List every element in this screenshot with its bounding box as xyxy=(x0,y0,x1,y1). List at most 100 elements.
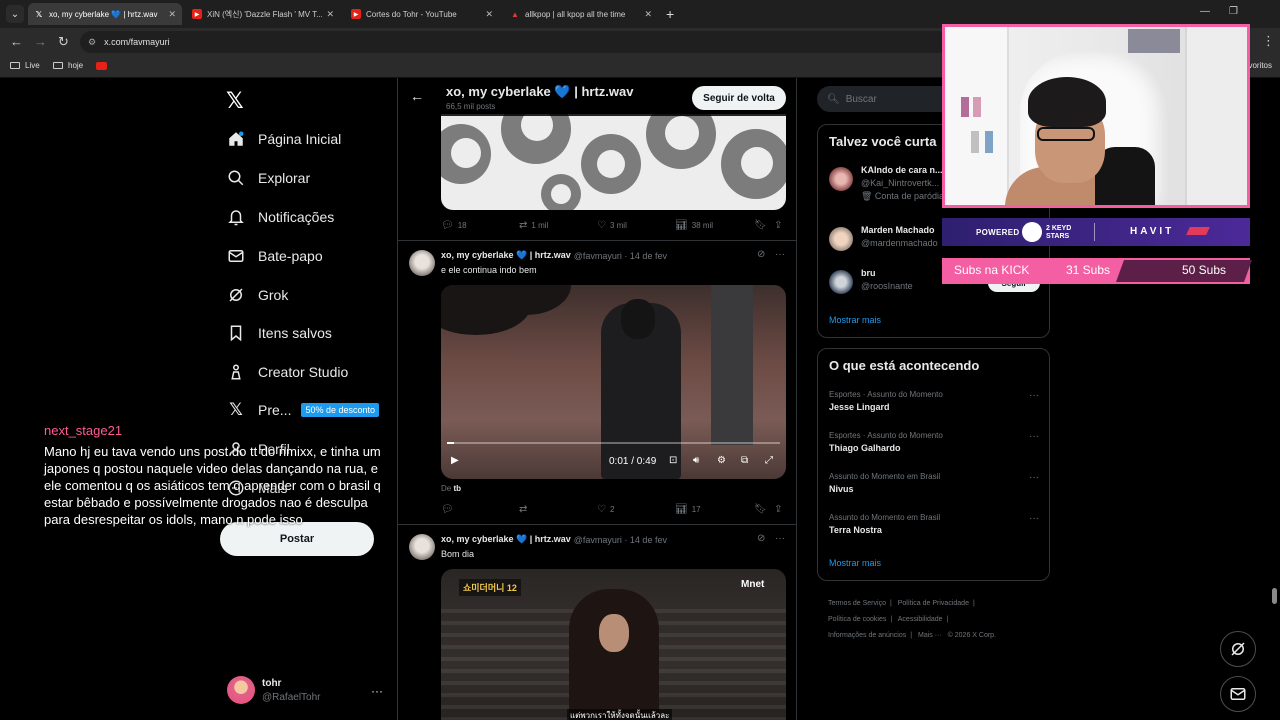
show-logo: 쇼미더머니 12 xyxy=(459,579,521,596)
follow-back-button[interactable]: Seguir de volta xyxy=(692,86,786,110)
like-button[interactable]: ♡ 3 mil xyxy=(597,220,627,231)
all-bookmarks-label[interactable]: voritos xyxy=(1248,61,1272,70)
tab-search-button[interactable]: ⌄ xyxy=(6,5,24,23)
video-source-user[interactable]: tb xyxy=(453,484,461,493)
trend-item[interactable]: Esportes · Assunto do Momento Jesse Ling… xyxy=(829,390,1039,412)
grok-float-button[interactable] xyxy=(1220,631,1256,667)
views-icon: 📊︎ xyxy=(675,220,688,231)
close-icon[interactable]: ✕ xyxy=(485,9,493,20)
views-button[interactable]: 📊︎ 38 mil xyxy=(675,220,713,231)
more-options-icon[interactable]: ··· xyxy=(1029,390,1039,401)
tab-youtube-cortes[interactable]: ▶ Cortes do Tohr - YouTube ✕ xyxy=(345,3,499,25)
views-button[interactable]: 📊︎ 17 xyxy=(675,504,701,515)
reply-button[interactable]: 💬︎ xyxy=(441,504,458,515)
page-scrollbar[interactable] xyxy=(1272,588,1277,604)
suggested-user[interactable]: bru @roosInante xyxy=(829,268,913,294)
suggested-user[interactable]: Marden Machado @mardenmachado xyxy=(829,225,938,251)
more-options-icon[interactable]: ··· xyxy=(775,533,785,544)
footer-link[interactable]: Política de Privacidade xyxy=(898,600,969,607)
nav-item-grok[interactable]: Grok xyxy=(226,283,288,307)
bookmark-live[interactable]: Live xyxy=(10,61,40,70)
new-tab-button[interactable]: + xyxy=(666,6,674,22)
video-progress-bar[interactable] xyxy=(447,442,780,444)
avatar[interactable] xyxy=(409,250,435,276)
repost-button[interactable]: ⇄ xyxy=(519,504,531,515)
trend-item[interactable]: Assunto do Momento em Brasil Nivus ··· xyxy=(829,472,1039,494)
tab-youtube-xin[interactable]: ▶ XiN (엑신) 'Dazzle Flash ' MV T... ✕ xyxy=(186,3,340,25)
like-button[interactable]: ♡ 2 xyxy=(597,504,614,515)
play-icon[interactable]: ▶ xyxy=(451,455,459,466)
youtube-icon: ▶ xyxy=(192,9,202,19)
footer-link[interactable]: Informações de anúncios xyxy=(828,632,906,639)
footer-link[interactable]: Política de cookies xyxy=(828,616,886,623)
account-name: tohr xyxy=(262,677,282,689)
suggested-user[interactable]: KAIndo de cara n... @Kai_Nintrovertk... … xyxy=(829,165,944,202)
youtube-bookmark-icon[interactable] xyxy=(96,62,107,70)
chat-username: next_stage21 xyxy=(44,423,123,438)
messages-float-button[interactable] xyxy=(1220,676,1256,712)
repost-button[interactable]: ⇄ 1 mil xyxy=(519,220,548,231)
footer-link[interactable]: Termos de Serviço xyxy=(828,600,886,607)
close-icon[interactable]: ✕ xyxy=(168,9,176,20)
more-options-icon[interactable]: ··· xyxy=(1029,472,1039,483)
settings-icon[interactable]: ⚙ xyxy=(717,455,726,466)
more-options-icon[interactable]: ··· xyxy=(1029,431,1039,442)
nav-item-home[interactable]: Página Inicial xyxy=(226,127,341,151)
footer-link[interactable]: Mais ··· xyxy=(918,632,942,639)
show-more-link[interactable]: Mostrar mais xyxy=(829,315,881,325)
share-button[interactable]: ⇪ xyxy=(774,220,786,231)
volume-icon[interactable]: 🔊︎ xyxy=(693,455,699,466)
post-author[interactable]: xo, my cyberlake 💙 | hrtz.wav xyxy=(441,534,571,545)
trend-item[interactable]: Esportes · Assunto do Momento Thiago Gal… xyxy=(829,431,1039,453)
account-switcher[interactable]: tohr @RafaelTohr xyxy=(227,676,321,704)
site-info-icon[interactable]: ⚙ xyxy=(88,37,96,48)
pip-icon[interactable]: ⧉ xyxy=(741,455,748,466)
share-button[interactable]: ⇪ xyxy=(774,504,786,515)
bookmark-button[interactable]: 🔖︎ xyxy=(754,504,771,515)
nav-item-premium[interactable]: 𝕏 Pre... 50% de desconto xyxy=(226,398,380,422)
nav-item-explore[interactable]: Explorar xyxy=(226,166,310,190)
nav-item-bookmarks[interactable]: Itens salvos xyxy=(226,321,332,345)
back-arrow-icon[interactable]: ← xyxy=(410,88,424,104)
reload-icon[interactable]: ↻ xyxy=(58,34,69,50)
allkpop-icon: ▲ xyxy=(511,9,519,19)
x-icon: 𝕏 xyxy=(35,9,43,19)
grok-icon xyxy=(1231,642,1245,656)
more-options-icon[interactable]: ··· xyxy=(371,684,383,698)
nav-item-notifications[interactable]: Notificações xyxy=(226,205,334,229)
captions-icon[interactable]: ⊡ xyxy=(669,455,677,466)
nav-item-chat[interactable]: Bate-papo xyxy=(226,244,323,268)
more-options-icon[interactable]: ··· xyxy=(1029,513,1039,524)
grok-icon[interactable]: ⊘ xyxy=(757,249,765,260)
tab-x-profile[interactable]: 𝕏 xo, my cyberlake 💙 | hrtz.wav ✕ xyxy=(28,3,182,25)
post-handle[interactable]: @favmayuri · 14 de fev xyxy=(574,535,667,545)
url-input[interactable]: ⚙ x.com/favmayuri xyxy=(80,31,950,53)
avatar[interactable] xyxy=(409,534,435,560)
minimize-icon[interactable]: — xyxy=(1200,6,1210,17)
footer-link[interactable]: Acessibilidade xyxy=(898,616,943,623)
post-image[interactable] xyxy=(441,114,786,210)
trend-item[interactable]: Assunto do Momento em Brasil Terra Nostr… xyxy=(829,513,1039,535)
close-icon[interactable]: ✕ xyxy=(644,9,652,20)
fullscreen-icon[interactable]: ⤢ xyxy=(765,455,773,466)
close-icon[interactable]: ✕ xyxy=(326,9,334,20)
post-author[interactable]: xo, my cyberlake 💙 | hrtz.wav xyxy=(441,250,571,261)
x-logo[interactable]: 𝕏 xyxy=(226,88,244,114)
video-player[interactable]: ▶ 0:01 / 0:49 ⊡ 🔊︎ ⚙ ⧉ ⤢ xyxy=(441,285,786,479)
bookmark-hoje[interactable]: hoje xyxy=(53,61,83,70)
more-options-icon[interactable]: ··· xyxy=(775,249,785,260)
show-more-link[interactable]: Mostrar mais xyxy=(829,558,881,568)
nav-item-creator-studio[interactable]: Creator Studio xyxy=(226,360,348,384)
restore-icon[interactable]: ❐ xyxy=(1229,6,1238,17)
post-handle[interactable]: @favmayuri · 14 de fev xyxy=(574,251,667,261)
forward-icon[interactable]: → xyxy=(34,34,47,49)
post-image[interactable]: 쇼미더머니 12 Mnet แต่พวกเราให้ทั้งจดนั้นแล้ว… xyxy=(441,569,786,720)
reply-button[interactable]: 💬︎ 18 xyxy=(441,220,467,231)
tab-allkpop[interactable]: ▲ allkpop | all kpop all the time ✕ xyxy=(504,3,658,25)
back-icon[interactable]: ← xyxy=(10,34,23,49)
grok-icon[interactable]: ⊘ xyxy=(757,533,765,544)
bookmark-button[interactable]: 🔖︎ xyxy=(754,220,771,231)
bookmark-icon: 🔖︎ xyxy=(754,504,767,515)
repost-count: 1 mil xyxy=(531,221,549,230)
browser-menu-icon[interactable]: ⋮ xyxy=(1262,33,1275,49)
